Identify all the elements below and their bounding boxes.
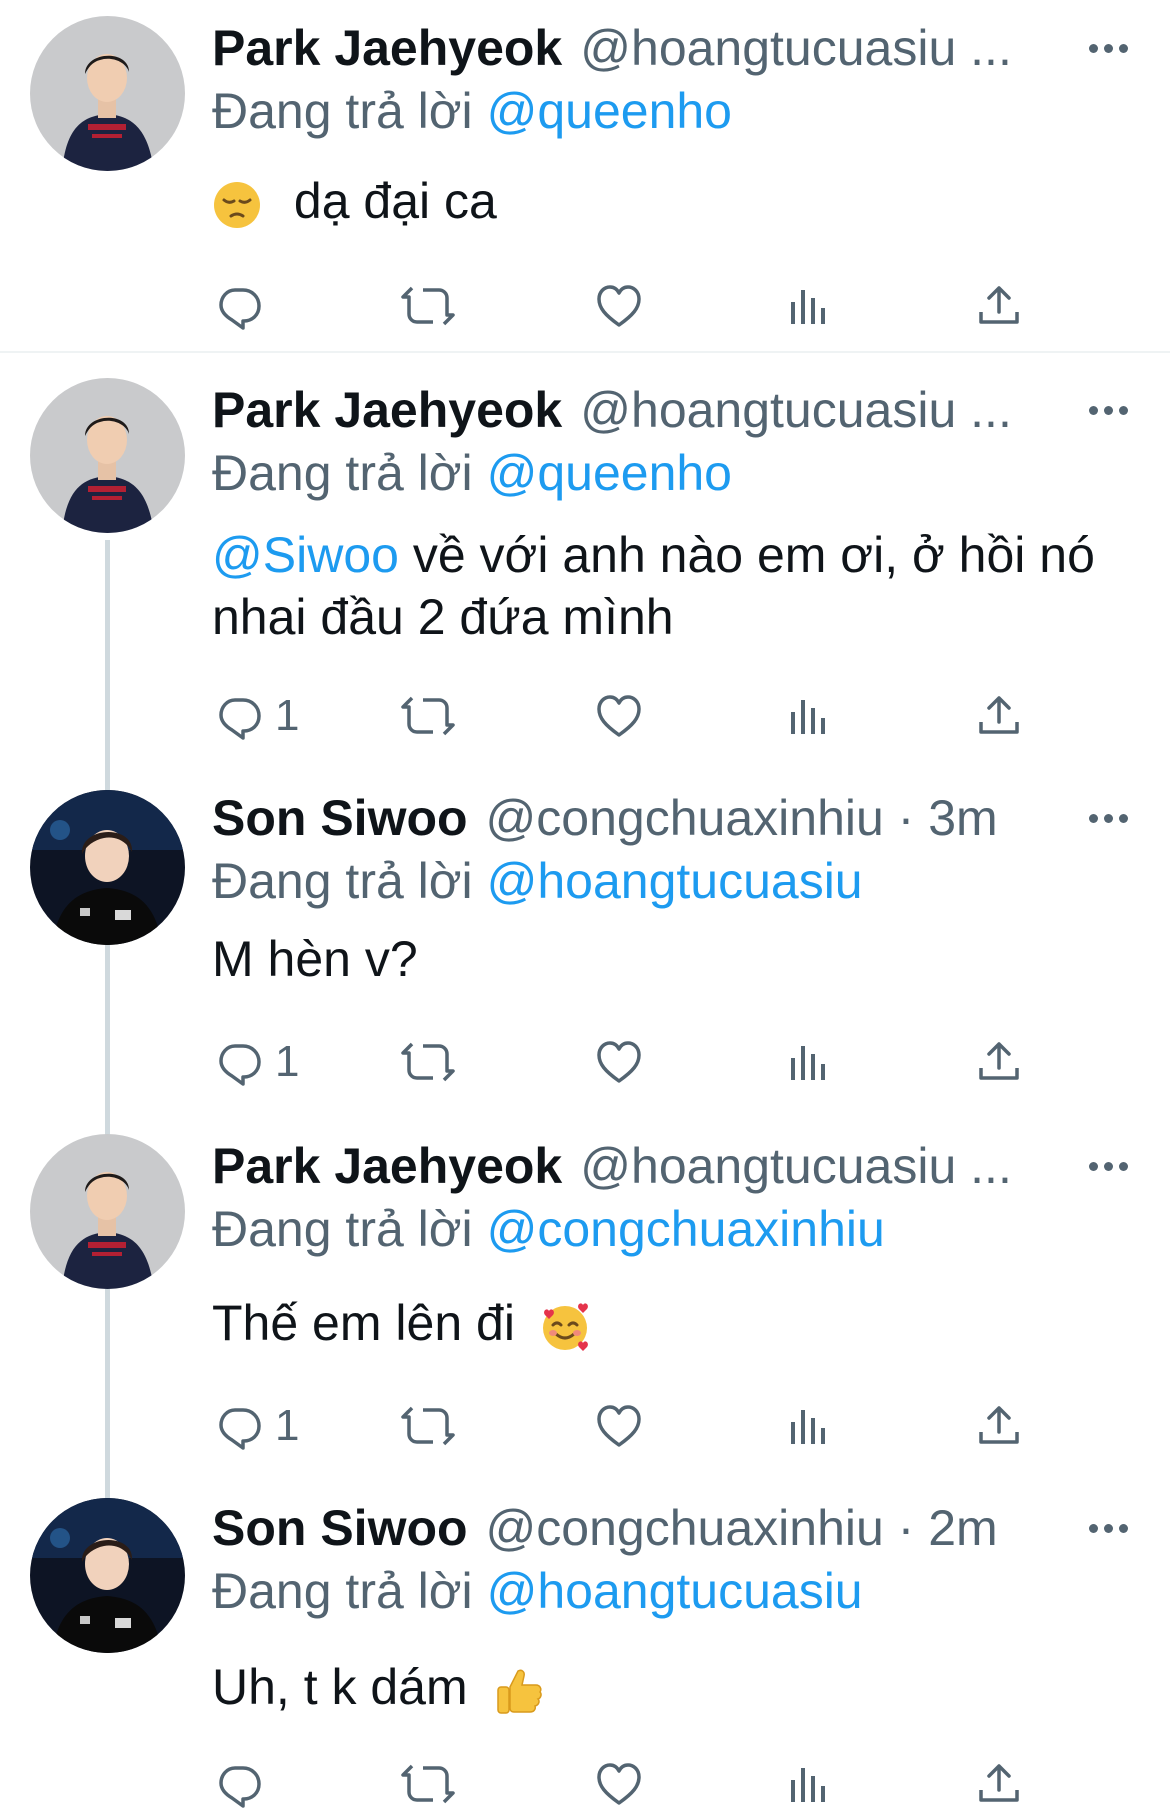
retweet-icon[interactable] [400, 276, 456, 336]
replying-to: Đang trả lời @queenho [212, 442, 732, 504]
more-icon[interactable] [1089, 1136, 1128, 1196]
more-icon[interactable] [1089, 380, 1128, 440]
reply-count: 1 [275, 1401, 300, 1450]
share-icon[interactable] [975, 686, 1023, 746]
reply-icon[interactable] [215, 276, 275, 336]
replying-to-label: Đang trả lời [212, 1563, 473, 1619]
display-name[interactable]: Park Jaehyeok [212, 380, 562, 440]
tweet-header: Park Jaehyeok @hoangtucuasiu ... [212, 1136, 1150, 1196]
heart-icon[interactable] [595, 1754, 643, 1814]
heart-icon[interactable] [595, 1396, 643, 1456]
pensive-face-emoji [212, 180, 262, 230]
replying-to: Đang trả lời @hoangtucuasiu [212, 850, 863, 912]
replying-to-mention[interactable]: @hoangtucuasiu [487, 853, 863, 909]
replying-to-label: Đang trả lời [212, 1201, 473, 1257]
share-icon[interactable] [975, 276, 1023, 336]
avatar[interactable] [30, 1134, 185, 1289]
avatar[interactable] [30, 1498, 185, 1653]
views-icon[interactable] [785, 276, 833, 336]
reply-icon[interactable]: 1 [215, 1396, 299, 1456]
display-name[interactable]: Park Jaehyeok [212, 1136, 562, 1196]
user-handle[interactable]: @hoangtucuasiu ... [580, 380, 1012, 440]
replying-to: Đang trả lời @congchuaxinhiu [212, 1198, 885, 1260]
share-icon[interactable] [975, 1396, 1023, 1456]
divider [0, 351, 1170, 353]
replying-to-label: Đang trả lời [212, 853, 473, 909]
text-mention[interactable]: @Siwoo [212, 527, 399, 583]
reply-icon[interactable]: 1 [215, 1032, 299, 1092]
tweet-actions: 1 [205, 686, 1065, 746]
tweet-text-content: Uh, t k dám [212, 1659, 468, 1715]
thumbs-up-emoji [492, 1665, 544, 1717]
views-icon[interactable] [785, 686, 833, 746]
tweet-actions [205, 1754, 1065, 1814]
tweet[interactable]: Son Siwoo @congchuaxinhiu · 3m Đang trả … [0, 770, 1170, 1115]
tweet-header: Son Siwoo @congchuaxinhiu · 3m [212, 788, 1150, 848]
tweet-header: Park Jaehyeok @hoangtucuasiu ... [212, 380, 1150, 440]
replying-to: Đang trả lời @queenho [212, 80, 732, 142]
avatar[interactable] [30, 16, 185, 171]
share-icon[interactable] [975, 1032, 1023, 1092]
retweet-icon[interactable] [400, 1032, 456, 1092]
more-icon[interactable] [1089, 1498, 1128, 1558]
tweet-text: dạ đại ca [212, 170, 1130, 232]
heart-icon[interactable] [595, 1032, 643, 1092]
tweet[interactable]: Son Siwoo @congchuaxinhiu · 2m Đang trả … [0, 1480, 1170, 1817]
tweet[interactable]: Park Jaehyeok @hoangtucuasiu ... Đang tr… [0, 360, 1170, 760]
tweet-header: Son Siwoo @congchuaxinhiu · 2m [212, 1498, 1150, 1558]
tweet-header: Park Jaehyeok @hoangtucuasiu ... [212, 18, 1150, 78]
tweet-text-content: dạ đại ca [293, 173, 497, 229]
tweet-text-content: M hèn v? [212, 931, 418, 987]
tweet-actions: 1 [205, 1396, 1065, 1456]
tweet-text: @Siwoo về với anh nào em ơi, ở hồi nó nh… [212, 524, 1130, 648]
display-name[interactable]: Son Siwoo [212, 788, 468, 848]
replying-to-mention[interactable]: @queenho [487, 445, 732, 501]
heart-icon[interactable] [595, 686, 643, 746]
replying-to-label: Đang trả lời [212, 83, 473, 139]
display-name[interactable]: Son Siwoo [212, 1498, 468, 1558]
tweet-actions [205, 276, 1065, 336]
avatar[interactable] [30, 790, 185, 945]
replying-to-mention[interactable]: @congchuaxinhiu [487, 1201, 885, 1257]
reply-count: 1 [275, 691, 300, 740]
replying-to: Đang trả lời @hoangtucuasiu [212, 1560, 863, 1622]
retweet-icon[interactable] [400, 1754, 456, 1814]
replying-to-mention[interactable]: @queenho [487, 83, 732, 139]
views-icon[interactable] [785, 1032, 833, 1092]
retweet-icon[interactable] [400, 1396, 456, 1456]
tweet-text-content: Thế em lên đi [212, 1295, 515, 1351]
smiling-face-with-hearts-emoji [539, 1301, 591, 1353]
retweet-icon[interactable] [400, 686, 456, 746]
user-handle[interactable]: @hoangtucuasiu ... [580, 18, 1012, 78]
tweet-feed: Park Jaehyeok @hoangtucuasiu ... Đang tr… [0, 0, 1170, 1817]
replying-to-label: Đang trả lời [212, 445, 473, 501]
views-icon[interactable] [785, 1754, 833, 1814]
more-icon[interactable] [1089, 788, 1128, 848]
tweet-text: Uh, t k dám [212, 1656, 1130, 1718]
reply-count: 1 [275, 1037, 300, 1086]
more-icon[interactable] [1089, 18, 1128, 78]
reply-icon[interactable] [215, 1754, 275, 1814]
display-name[interactable]: Park Jaehyeok [212, 18, 562, 78]
user-handle[interactable]: @hoangtucuasiu ... [580, 1136, 1012, 1196]
user-handle[interactable]: @congchuaxinhiu · 3m [486, 788, 998, 848]
replying-to-mention[interactable]: @hoangtucuasiu [487, 1563, 863, 1619]
avatar[interactable] [30, 378, 185, 533]
tweet-actions: 1 [205, 1032, 1065, 1092]
share-icon[interactable] [975, 1754, 1023, 1814]
tweet[interactable]: Park Jaehyeok @hoangtucuasiu ... Đang tr… [0, 1120, 1170, 1475]
views-icon[interactable] [785, 1396, 833, 1456]
tweet-text: Thế em lên đi [212, 1292, 1130, 1354]
user-handle[interactable]: @congchuaxinhiu · 2m [486, 1498, 998, 1558]
tweet[interactable]: Park Jaehyeok @hoangtucuasiu ... Đang tr… [0, 0, 1170, 330]
tweet-text: M hèn v? [212, 928, 1130, 990]
heart-icon[interactable] [595, 276, 643, 336]
reply-icon[interactable]: 1 [215, 686, 299, 746]
